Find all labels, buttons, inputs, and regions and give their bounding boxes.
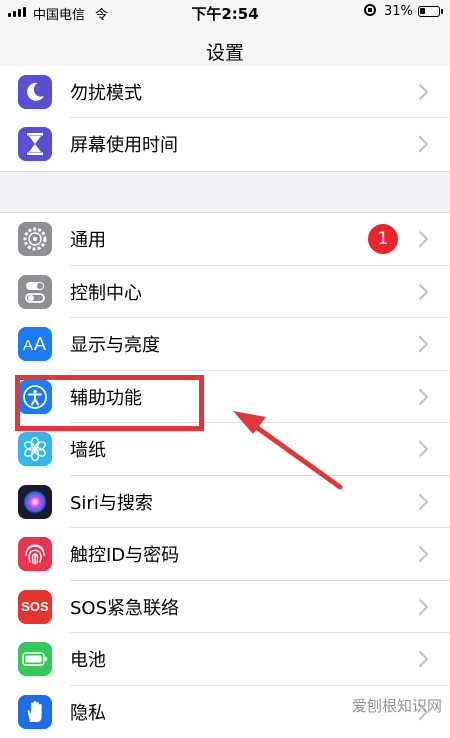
watermark: 爱刨根知识网: [352, 695, 442, 716]
annotation-arrow: [0, 0, 450, 720]
